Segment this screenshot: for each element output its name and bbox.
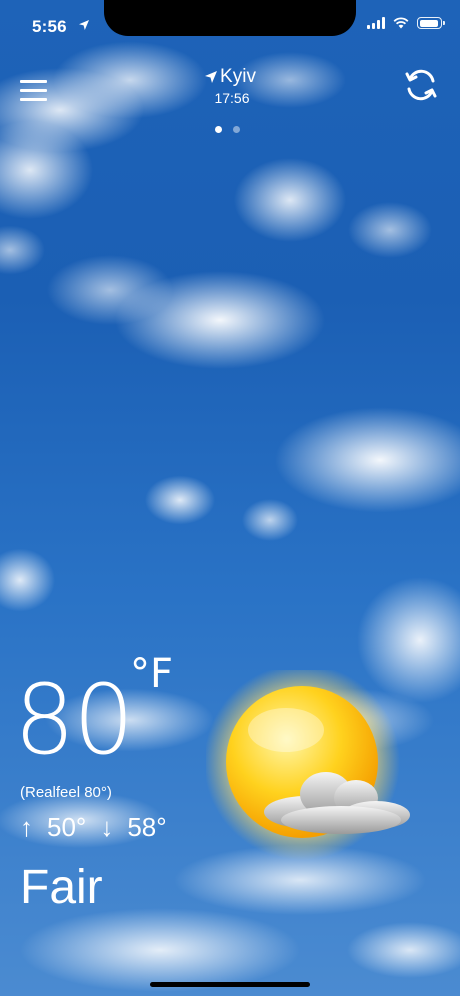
up-arrow-icon: ↑: [20, 812, 33, 842]
local-time: 17:56: [214, 90, 250, 106]
high-temperature: 58°: [127, 812, 167, 842]
down-arrow-icon: ↓: [100, 812, 114, 842]
temperature-range: ↑ 50° ↓ 58°: [20, 812, 167, 843]
weather-condition: Fair: [20, 861, 103, 914]
status-time: 5:56: [32, 17, 67, 36]
current-temperature: 80: [14, 664, 134, 776]
city-name: Kyiv: [220, 66, 256, 87]
page-dot-active[interactable]: [215, 126, 222, 133]
sun-with-cloud-icon: [206, 670, 410, 860]
location-services-icon: [79, 20, 89, 30]
wifi-icon: [393, 17, 409, 29]
battery-icon: [417, 17, 445, 29]
home-indicator[interactable]: [150, 982, 310, 987]
page-indicator[interactable]: [215, 126, 240, 133]
refresh-button[interactable]: [402, 66, 440, 104]
page-dot[interactable]: [233, 126, 240, 133]
location-header[interactable]: Kyiv 17:56: [0, 66, 460, 106]
device-notch: [104, 0, 356, 36]
location-arrow-icon: [205, 71, 218, 83]
temperature-unit: °F: [130, 651, 174, 697]
signal-icon: [367, 17, 385, 29]
status-indicators: [367, 17, 445, 29]
realfeel-text: (Realfeel 80°): [20, 784, 112, 801]
low-temperature: 50°: [47, 812, 87, 842]
